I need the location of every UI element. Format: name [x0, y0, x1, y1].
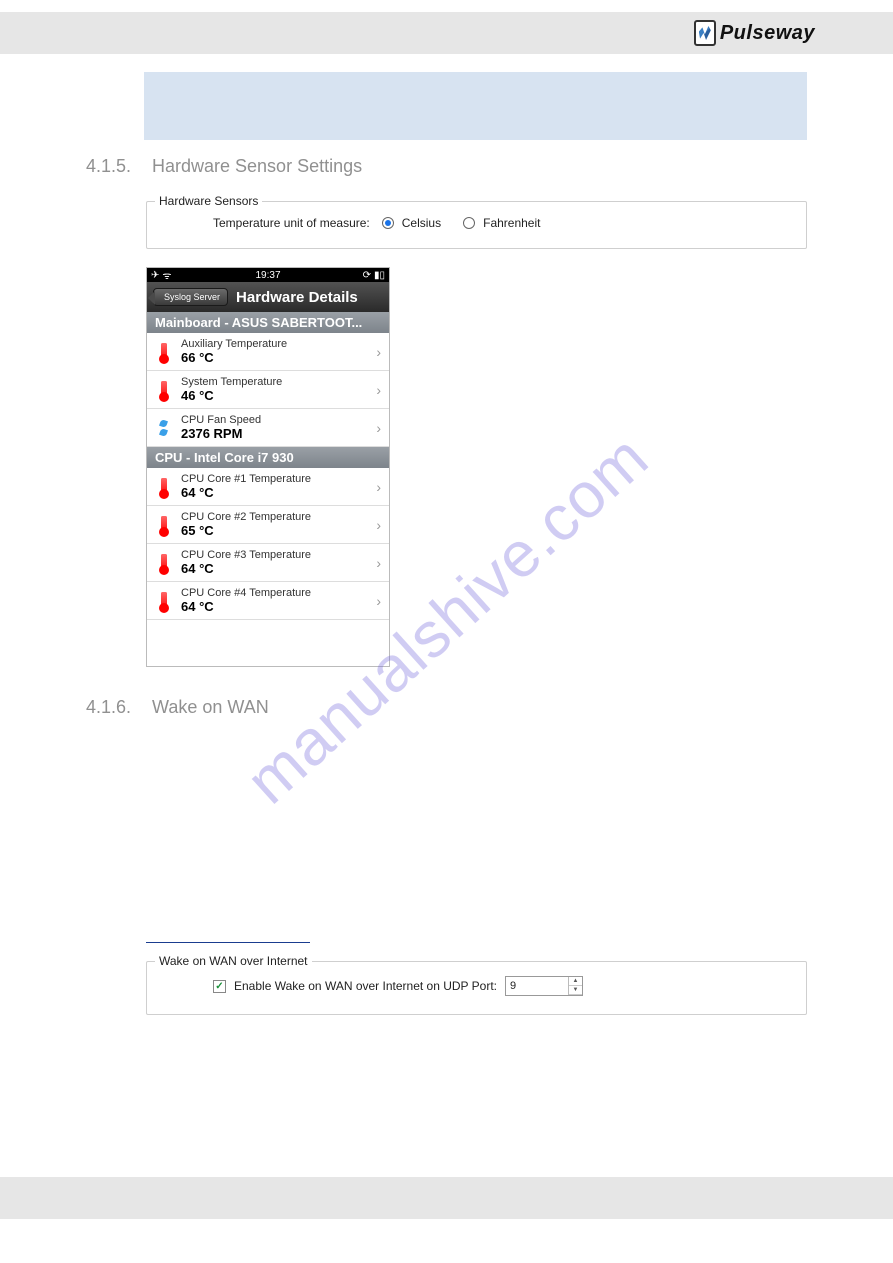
sensor-label: CPU Core #4 Temperature	[181, 587, 376, 599]
pulseway-logo-icon	[694, 20, 716, 46]
sensor-value: 46 °C	[181, 388, 376, 403]
phone-screen-title: Hardware Details	[236, 289, 358, 306]
back-button[interactable]: Syslog Server	[153, 288, 228, 306]
radio-fahrenheit-label: Fahrenheit	[483, 216, 540, 230]
sensor-label: CPU Core #3 Temperature	[181, 549, 376, 561]
temperature-unit-label: Temperature unit of measure:	[213, 216, 370, 230]
section-title: Hardware Sensor Settings	[152, 156, 362, 177]
footer-bar	[0, 1177, 893, 1219]
sensor-row-core3[interactable]: CPU Core #3 Temperature 64 °C ›	[147, 544, 389, 582]
sensor-label: CPU Core #1 Temperature	[181, 473, 376, 485]
spinner-up-icon[interactable]: ▲	[569, 977, 582, 986]
chevron-right-icon: ›	[376, 420, 381, 436]
battery-icon: ▮▯	[374, 270, 385, 281]
enable-wake-checkbox[interactable]	[213, 980, 226, 993]
phone-title-bar: Syslog Server Hardware Details	[147, 282, 389, 312]
sensor-value: 64 °C	[181, 561, 376, 576]
spinner-down-icon[interactable]: ▼	[569, 986, 582, 995]
sensor-label: CPU Core #2 Temperature	[181, 511, 376, 523]
section-number: 4.1.5.	[86, 156, 138, 177]
callout-block	[144, 72, 807, 140]
spinner-buttons[interactable]: ▲ ▼	[568, 977, 582, 995]
sensor-group-cpu: CPU - Intel Core i7 930	[147, 447, 389, 468]
section-heading-hardware: 4.1.5. Hardware Sensor Settings	[86, 156, 807, 177]
thermometer-icon	[155, 475, 173, 499]
sensor-value: 65 °C	[181, 523, 376, 538]
enable-wake-label: Enable Wake on WAN over Internet on UDP …	[234, 979, 497, 993]
thermometer-icon	[155, 340, 173, 364]
chevron-right-icon: ›	[376, 344, 381, 360]
chevron-right-icon: ›	[376, 517, 381, 533]
sensor-row-fan-speed[interactable]: CPU Fan Speed 2376 RPM ›	[147, 409, 389, 447]
sensor-row-core4[interactable]: CPU Core #4 Temperature 64 °C ›	[147, 582, 389, 620]
phone-status-bar: ✈ ᯤ 19:37 ⟳ ▮▯	[147, 268, 389, 282]
sensor-label: CPU Fan Speed	[181, 414, 376, 426]
brand: Pulseway	[694, 20, 815, 46]
brand-name: Pulseway	[720, 22, 815, 45]
section-title: Wake on WAN	[152, 697, 269, 718]
sensor-value: 66 °C	[181, 350, 376, 365]
sensor-label: Auxiliary Temperature	[181, 338, 376, 350]
lock-icon: ⟳	[363, 270, 371, 281]
divider-line	[146, 942, 310, 943]
sensor-group-mainboard: Mainboard - ASUS SABERTOOT...	[147, 312, 389, 333]
radio-celsius-label: Celsius	[402, 216, 441, 230]
sensor-label: System Temperature	[181, 376, 376, 388]
sensor-value: 64 °C	[181, 485, 376, 500]
phone-time: 19:37	[255, 270, 280, 281]
udp-port-value: 9	[510, 980, 516, 992]
section-number: 4.1.6.	[86, 697, 138, 718]
fieldset-legend: Hardware Sensors	[155, 194, 262, 208]
thermometer-icon	[155, 551, 173, 575]
chevron-right-icon: ›	[376, 593, 381, 609]
hardware-sensors-fieldset: Hardware Sensors Temperature unit of mea…	[146, 201, 807, 249]
udp-port-input[interactable]: 9 ▲ ▼	[505, 976, 583, 996]
sensor-row-system-temp[interactable]: System Temperature 46 °C ›	[147, 371, 389, 409]
phone-screenshot: ✈ ᯤ 19:37 ⟳ ▮▯ Syslog Server Hardware De…	[146, 267, 390, 667]
radio-fahrenheit[interactable]	[463, 217, 475, 229]
sensor-row-core1[interactable]: CPU Core #1 Temperature 64 °C ›	[147, 468, 389, 506]
fan-icon	[155, 416, 173, 440]
fieldset-legend: Wake on WAN over Internet	[155, 954, 312, 968]
chevron-right-icon: ›	[376, 382, 381, 398]
thermometer-icon	[155, 378, 173, 402]
airplane-icon: ✈	[151, 270, 159, 281]
chevron-right-icon: ›	[376, 479, 381, 495]
sensor-row-aux-temp[interactable]: Auxiliary Temperature 66 °C ›	[147, 333, 389, 371]
sensor-row-core2[interactable]: CPU Core #2 Temperature 65 °C ›	[147, 506, 389, 544]
enable-wake-row: Enable Wake on WAN over Internet on UDP …	[213, 976, 788, 996]
phone-blank-area	[147, 620, 389, 666]
chevron-right-icon: ›	[376, 555, 381, 571]
sensor-value: 64 °C	[181, 599, 376, 614]
radio-celsius[interactable]	[382, 217, 394, 229]
wifi-icon: ᯤ	[162, 268, 171, 282]
temperature-unit-row: Temperature unit of measure: Celsius Fah…	[213, 216, 788, 230]
sensor-value: 2376 RPM	[181, 426, 376, 441]
header-bar: Pulseway	[0, 12, 893, 54]
section-heading-wake: 4.1.6. Wake on WAN	[86, 697, 807, 718]
wake-on-wan-fieldset: Wake on WAN over Internet Enable Wake on…	[146, 961, 807, 1015]
thermometer-icon	[155, 513, 173, 537]
thermometer-icon	[155, 589, 173, 613]
